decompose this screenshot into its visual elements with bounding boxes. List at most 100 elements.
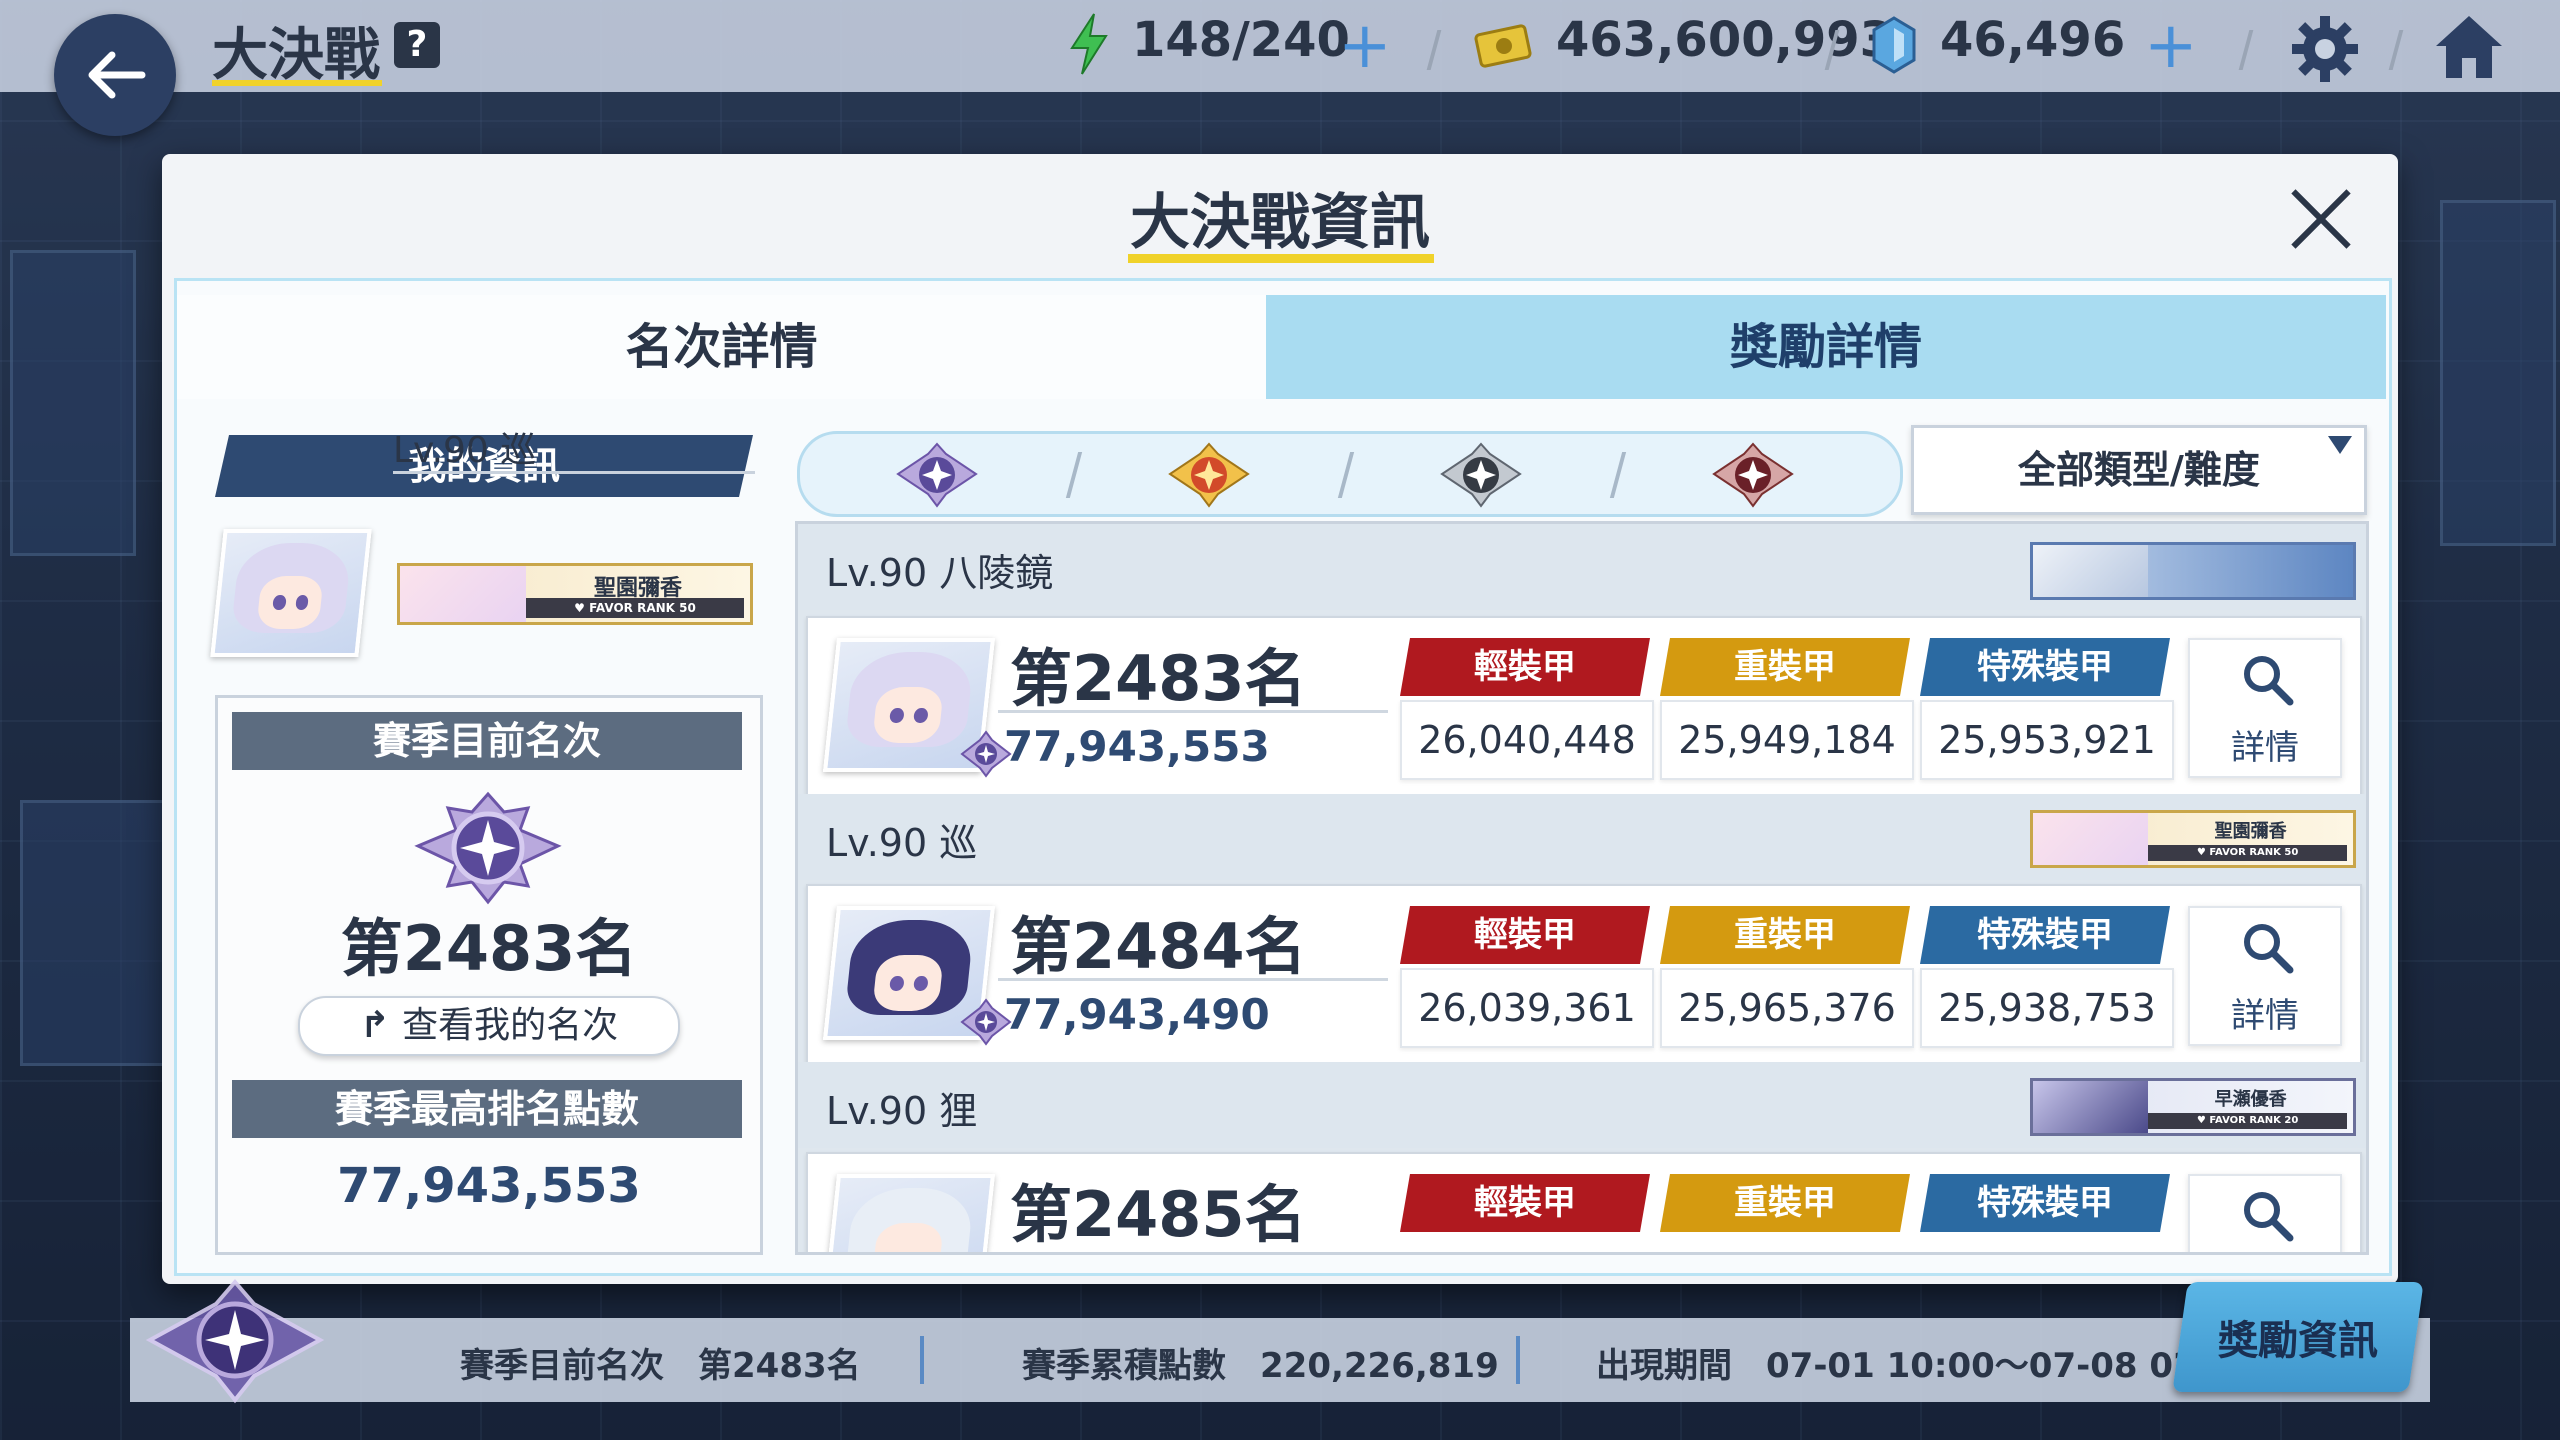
back-button[interactable] <box>54 14 176 136</box>
difficulty-dropdown[interactable]: 全部類型/難度 <box>1911 425 2367 515</box>
emblem-red-icon[interactable] <box>1706 440 1800 510</box>
raid-emblem-icon <box>145 1278 325 1404</box>
divider <box>998 710 1388 713</box>
modal-content: 名次詳情 獎勵詳情 我的資訊 Lv.90 巡 聖園彌香 ♥ FAVOR RANK… <box>174 278 2392 1276</box>
reward-info-button[interactable]: 獎勵資訊 <box>2172 1282 2424 1392</box>
entry-level: Lv.90 狸 <box>826 1089 978 1133</box>
entry-student-card <box>2030 542 2356 600</box>
divider <box>393 471 755 474</box>
favor-rank-badge: ♥ FAVOR RANK 20 <box>2148 1113 2347 1129</box>
entry-level: Lv.90 八陵鏡 <box>826 551 1054 595</box>
detail-label: 詳情 <box>2231 728 2299 768</box>
divider <box>998 978 1388 981</box>
detail-button[interactable]: 詳情 <box>2188 638 2342 778</box>
special-armor-score: 25,938,753 <box>1920 968 2174 1048</box>
best-score-value: 77,943,553 <box>337 1158 641 1214</box>
bottom-separator <box>920 1336 924 1384</box>
entry-student-card: 早瀬優香 ♥ FAVOR RANK 20 <box>2030 1078 2356 1136</box>
student-name: 聖園彌香 <box>2214 821 2287 842</box>
student-name: 早瀬優香 <box>2214 1089 2287 1110</box>
light-armor-label: 輕裝甲 <box>1400 906 1650 964</box>
dropdown-triangle-icon <box>2328 436 2352 454</box>
special-armor-label: 特殊裝甲 <box>1920 906 2170 964</box>
share-arrow-icon: ↱ <box>359 1005 391 1046</box>
favor-rank-badge: ♥ FAVOR RANK 50 <box>2148 845 2347 861</box>
emblem-purple-icon[interactable] <box>890 440 984 510</box>
best-score-header: 賽季最高排名點數 <box>232 1080 742 1138</box>
help-button[interactable]: ? <box>394 22 440 68</box>
pyroxene-counter: 46,496 <box>1940 12 2126 68</box>
credit-counter: 463,600,993 <box>1556 12 1894 68</box>
difficulty-dropdown-label: 全部類型/難度 <box>2018 448 2260 492</box>
list-item-header: Lv.90 狸 早瀬優香 ♥ FAVOR RANK 20 <box>798 1062 2366 1148</box>
light-armor-label: 輕裝甲 <box>1400 638 1650 696</box>
list-item[interactable]: 第2483名 77,943,553 輕裝甲 重裝甲 特殊裝甲 26,040,44… <box>806 616 2362 796</box>
list-item-header: Lv.90 八陵鏡 <box>798 524 2366 610</box>
bottom-period: 出現期間 07-01 10:00〜07-08 02:59 <box>1596 1346 2258 1386</box>
filter-divider <box>1609 452 1627 498</box>
season-rank-header: 賽季目前名次 <box>232 712 742 770</box>
search-icon <box>2244 924 2294 974</box>
difficulty-filter-bar <box>797 431 1903 517</box>
pyroxene-plus-button[interactable]: + <box>2144 14 2198 78</box>
my-avatar[interactable] <box>210 529 372 657</box>
modal-title-underline <box>1128 254 1434 263</box>
page-title: 大決戰 <box>212 23 380 88</box>
heavy-armor-label: 重裝甲 <box>1660 906 1910 964</box>
gear-icon[interactable] <box>2290 14 2360 84</box>
close-icon[interactable] <box>2286 184 2356 254</box>
detail-button[interactable]: 詳情 <box>2188 906 2342 1046</box>
my-level: Lv.90 巡 <box>393 430 537 471</box>
back-arrow-icon <box>88 51 146 99</box>
favor-rank-badge: ♥ FAVOR RANK 50 <box>526 598 744 618</box>
entry-rank: 第2485名 <box>1010 1178 1307 1251</box>
entry-rank: 第2484名 <box>1010 910 1307 983</box>
search-icon <box>2244 1192 2294 1242</box>
emblem-grey-icon[interactable] <box>1434 440 1528 510</box>
tab-rank-details[interactable]: 名次詳情 <box>177 295 1266 399</box>
entry-avatar[interactable] <box>822 1174 996 1252</box>
modal-title: 大決戰資訊 <box>1130 188 1430 258</box>
special-armor-score: 25,953,921 <box>1920 700 2174 780</box>
list-item-header: Lv.90 巡 聖園彌香 ♥ FAVOR RANK 50 <box>798 794 2366 880</box>
bottom-total-points: 賽季累積點數 220,226,819 <box>1022 1346 1499 1386</box>
my-rank-box: 賽季目前名次 第2483名 ↱ 查看我的名次 賽季最高排名點數 77,943,55… <box>215 695 763 1255</box>
entry-rank: 第2483名 <box>1010 642 1307 715</box>
entry-level: Lv.90 巡 <box>826 821 978 865</box>
list-item[interactable]: 第2485名 輕裝甲 重裝甲 特殊裝甲 <box>806 1152 2362 1252</box>
rank-emblem-icon <box>414 791 562 905</box>
season-rank-value: 第2483名 <box>340 912 638 985</box>
home-icon[interactable] <box>2432 10 2506 84</box>
light-armor-label: 輕裝甲 <box>1400 1174 1650 1232</box>
tab-reward-details[interactable]: 獎勵詳情 <box>1266 295 2386 399</box>
reward-info-label: 獎勵資訊 <box>2218 1318 2378 1364</box>
emblem-gold-icon[interactable] <box>1162 440 1256 510</box>
title-underline <box>212 80 382 86</box>
entry-points: 77,943,553 <box>1004 722 1270 771</box>
view-my-rank-button[interactable]: ↱ 查看我的名次 <box>298 996 680 1056</box>
heavy-armor-label: 重裝甲 <box>1660 1174 1910 1232</box>
special-armor-label: 特殊裝甲 <box>1920 1174 2170 1232</box>
representative-student-card: 聖園彌香 ♥ FAVOR RANK 50 <box>397 563 753 625</box>
detail-button[interactable] <box>2188 1174 2342 1252</box>
credit-icon <box>1474 24 1532 68</box>
ranking-list[interactable]: Lv.90 八陵鏡 第2483名 77,943,553 輕裝甲 重裝甲 特殊裝甲… <box>795 521 2369 1255</box>
entry-points: 77,943,490 <box>1004 990 1270 1039</box>
season-status-bar: 賽季目前名次 第2483名 賽季累積點數 220,226,819 出現期間 07… <box>130 1318 2430 1402</box>
list-item[interactable]: 第2484名 77,943,490 輕裝甲 重裝甲 特殊裝甲 26,039,36… <box>806 884 2362 1064</box>
heavy-armor-label: 重裝甲 <box>1660 638 1910 696</box>
detail-label: 詳情 <box>2231 996 2299 1036</box>
light-armor-score: 26,040,448 <box>1400 700 1654 780</box>
search-icon <box>2244 656 2294 706</box>
view-my-rank-label: 查看我的名次 <box>402 1005 619 1046</box>
bottom-current-rank: 賽季目前名次 第2483名 <box>460 1346 861 1386</box>
filter-divider <box>1337 452 1355 498</box>
ap-counter: 148/240 <box>1132 12 1350 68</box>
ap-lightning-icon <box>1070 13 1108 75</box>
special-armor-label: 特殊裝甲 <box>1920 638 2170 696</box>
light-armor-score: 26,039,361 <box>1400 968 1654 1048</box>
heavy-armor-score: 25,965,376 <box>1660 968 1914 1048</box>
ap-plus-button[interactable]: + <box>1338 14 1392 78</box>
raid-info-modal: 大決戰資訊 名次詳情 獎勵詳情 我的資訊 Lv.90 巡 聖園彌香 ♥ FAVO… <box>162 154 2398 1284</box>
filter-divider <box>1065 452 1083 498</box>
